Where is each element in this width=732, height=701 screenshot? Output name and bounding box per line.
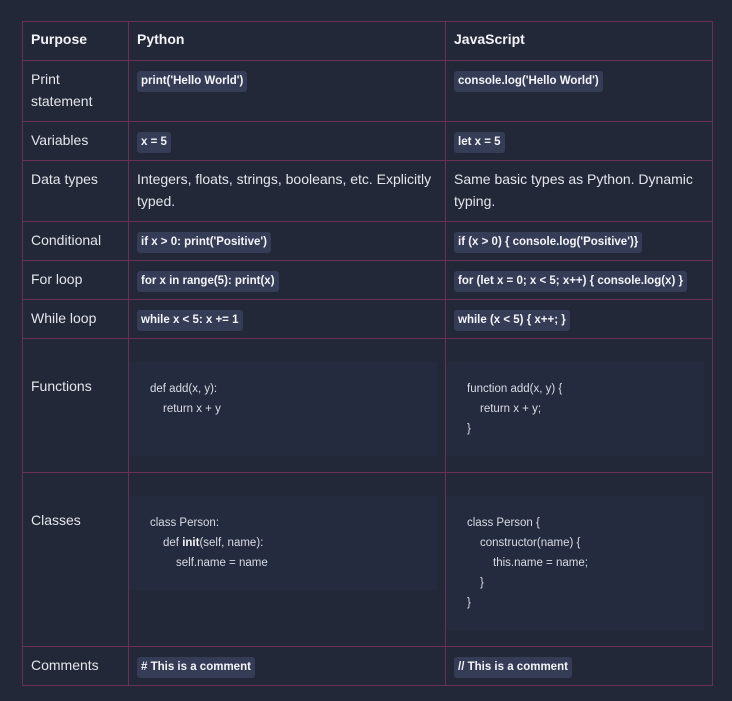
code-line: def add(x, y):: [150, 383, 218, 395]
javascript-cell: for (let x = 0; x < 5; x++) { console.lo…: [445, 260, 713, 300]
inline-code: if (x > 0) { console.log('Positive')}: [454, 232, 643, 253]
code-line: function add(x, y) {: [467, 383, 563, 395]
javascript-cell: if (x > 0) { console.log('Positive')}: [445, 221, 713, 261]
header-javascript: JavaScript: [445, 21, 713, 61]
row-purpose: While loop: [22, 299, 129, 339]
code-line: self.name = name: [176, 557, 268, 569]
table-row: Variables x = 5 let x = 5: [22, 121, 713, 161]
row-purpose: For loop: [22, 260, 129, 300]
code-line: }: [467, 597, 471, 609]
code-block: class Person { constructor(name) { this.na…: [446, 496, 704, 630]
inline-code: // This is a comment: [454, 657, 572, 678]
code-line: def init(self, name):: [163, 537, 264, 549]
javascript-cell: Same basic types as Python. Dynamic typi…: [445, 160, 713, 222]
javascript-cell: let x = 5: [445, 121, 713, 161]
table-row: Data types Integers, floats, strings, bo…: [22, 160, 713, 222]
header-purpose: Purpose: [22, 21, 129, 61]
python-cell: class Person: def init(self, name): self.n…: [128, 472, 446, 647]
inline-code: while x < 5: x += 1: [137, 310, 243, 331]
code-line: constructor(name) {: [480, 537, 581, 549]
row-purpose: Print statement: [22, 60, 129, 122]
row-purpose: Conditional: [22, 221, 129, 261]
code-line: }: [480, 577, 484, 589]
python-cell: Integers, floats, strings, booleans, etc…: [128, 160, 446, 222]
python-cell: if x > 0: print('Positive'): [128, 221, 446, 261]
inline-code: # This is a comment: [137, 657, 255, 678]
javascript-cell: function add(x, y) { return x + y;}: [445, 338, 713, 473]
inline-code: x = 5: [137, 132, 171, 153]
header-python: Python: [128, 21, 446, 61]
javascript-cell: console.log('Hello World'): [445, 60, 713, 122]
python-cell: for x in range(5): print(x): [128, 260, 446, 300]
comparison-table: Purpose Python JavaScript Print statemen…: [22, 21, 713, 686]
code-line: this.name = name;: [493, 557, 588, 569]
dunder-init: init: [182, 537, 200, 549]
code-line: return x + y;: [480, 403, 542, 415]
table-row: Classes class Person: def init(self, name…: [22, 472, 713, 647]
python-cell: print('Hello World'): [128, 60, 446, 122]
javascript-cell: while (x < 5) { x++; }: [445, 299, 713, 339]
python-cell: # This is a comment: [128, 646, 446, 686]
row-purpose: Variables: [22, 121, 129, 161]
row-purpose: Comments: [22, 646, 129, 686]
python-cell: def add(x, y): return x + y: [128, 338, 446, 473]
code-block: class Person: def init(self, name): self.n…: [129, 496, 437, 590]
table-row: While loop while x < 5: x += 1 while (x …: [22, 299, 713, 339]
table-row: Conditional if x > 0: print('Positive') …: [22, 221, 713, 261]
row-purpose: Classes: [22, 472, 129, 647]
table-row: Functions def add(x, y): return x + y fun…: [22, 338, 713, 473]
inline-code: if x > 0: print('Positive'): [137, 232, 271, 253]
table-header-row: Purpose Python JavaScript: [22, 21, 713, 61]
python-cell: while x < 5: x += 1: [128, 299, 446, 339]
javascript-cell: class Person { constructor(name) { this.na…: [445, 472, 713, 647]
inline-code: for x in range(5): print(x): [137, 271, 279, 292]
row-purpose: Data types: [22, 160, 129, 222]
code-line: class Person {: [467, 517, 540, 529]
code-block: def add(x, y): return x + y: [129, 362, 437, 456]
table-row: Print statement print('Hello World') con…: [22, 60, 713, 122]
row-purpose: Functions: [22, 338, 129, 473]
table-row: For loop for x in range(5): print(x) for…: [22, 260, 713, 300]
table-row: Comments # This is a comment // This is …: [22, 646, 713, 686]
inline-code: while (x < 5) { x++; }: [454, 310, 570, 331]
code-block: function add(x, y) { return x + y;}: [446, 362, 704, 456]
code-line: return x + y: [163, 403, 221, 415]
inline-code: console.log('Hello World'): [454, 71, 603, 92]
code-line: }: [467, 423, 471, 435]
inline-code: print('Hello World'): [137, 71, 248, 92]
inline-code: let x = 5: [454, 132, 505, 153]
python-cell: x = 5: [128, 121, 446, 161]
code-line: class Person:: [150, 517, 220, 529]
javascript-cell: // This is a comment: [445, 646, 713, 686]
inline-code: for (let x = 0; x < 5; x++) { console.lo…: [454, 271, 687, 292]
